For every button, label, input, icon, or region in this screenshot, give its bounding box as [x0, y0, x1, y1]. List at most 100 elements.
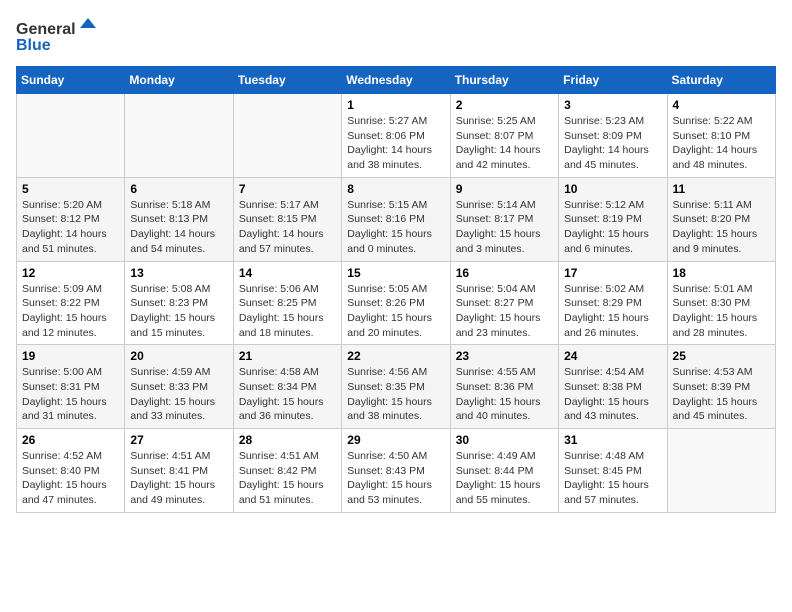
day-info: Sunrise: 4:58 AM Sunset: 8:34 PM Dayligh… [239, 365, 336, 424]
day-info: Sunrise: 5:00 AM Sunset: 8:31 PM Dayligh… [22, 365, 119, 424]
calendar-cell: 28Sunrise: 4:51 AM Sunset: 8:42 PM Dayli… [233, 429, 341, 513]
day-header-friday: Friday [559, 67, 667, 94]
day-info: Sunrise: 5:08 AM Sunset: 8:23 PM Dayligh… [130, 282, 227, 341]
day-number: 4 [673, 98, 770, 112]
calendar-cell: 25 Sunrise: 4:53 AM Sunset: 8:39 PM Dayli… [667, 345, 775, 429]
day-number: 11 [673, 182, 770, 196]
day-info: Sunrise: 5:02 AM Sunset: 8:29 PM Dayligh… [564, 282, 661, 341]
svg-text:General: General [16, 21, 76, 38]
day-number: 9 [456, 182, 553, 196]
day-info: Sunrise: 5:15 AM Sunset: 8:16 PM Dayligh… [347, 198, 444, 257]
day-number: 7 [239, 182, 336, 196]
logo-svg: GeneralBlue [16, 16, 96, 56]
day-number: 21 [239, 349, 336, 363]
calendar-cell: 12Sunrise: 5:09 AM Sunset: 8:22 PM Dayli… [17, 261, 125, 345]
calendar-cell: 30 Sunrise: 4:49 AM Sunset: 8:44 PM Dayli… [450, 429, 558, 513]
day-number: 19 [22, 349, 119, 363]
day-number: 1 [347, 98, 444, 112]
calendar-cell: 5 Sunrise: 5:20 AM Sunset: 8:12 PM Daylig… [17, 177, 125, 261]
calendar-cell: 6 Sunrise: 5:18 AM Sunset: 8:13 PM Daylig… [125, 177, 233, 261]
day-number: 16 [456, 266, 553, 280]
day-number: 15 [347, 266, 444, 280]
calendar-cell: 4Sunrise: 5:22 AM Sunset: 8:10 PM Daylig… [667, 94, 775, 178]
day-info: Sunrise: 4:52 AM Sunset: 8:40 PM Dayligh… [22, 449, 119, 508]
day-number: 17 [564, 266, 661, 280]
day-info: Sunrise: 5:11 AM Sunset: 8:20 PM Dayligh… [673, 198, 770, 257]
calendar-cell: 7 Sunrise: 5:17 AM Sunset: 8:15 PM Daylig… [233, 177, 341, 261]
calendar-cell: 22Sunrise: 4:56 AM Sunset: 8:35 PM Dayli… [342, 345, 450, 429]
calendar-cell: 11 Sunrise: 5:11 AM Sunset: 8:20 PM Dayli… [667, 177, 775, 261]
week-row-4: 19 Sunrise: 5:00 AM Sunset: 8:31 PM Dayli… [17, 345, 776, 429]
day-info: Sunrise: 4:48 AM Sunset: 8:45 PM Dayligh… [564, 449, 661, 508]
day-number: 6 [130, 182, 227, 196]
day-number: 25 [673, 349, 770, 363]
calendar-cell: 24Sunrise: 4:54 AM Sunset: 8:38 PM Dayli… [559, 345, 667, 429]
calendar-table: SundayMondayTuesdayWednesdayThursdayFrid… [16, 66, 776, 513]
week-row-3: 12Sunrise: 5:09 AM Sunset: 8:22 PM Dayli… [17, 261, 776, 345]
calendar-cell: 27 Sunrise: 4:51 AM Sunset: 8:41 PM Dayli… [125, 429, 233, 513]
day-number: 2 [456, 98, 553, 112]
day-header-saturday: Saturday [667, 67, 775, 94]
day-number: 3 [564, 98, 661, 112]
svg-text:Blue: Blue [16, 37, 51, 54]
day-header-tuesday: Tuesday [233, 67, 341, 94]
day-number: 31 [564, 433, 661, 447]
calendar-cell: 9 Sunrise: 5:14 AM Sunset: 8:17 PM Daylig… [450, 177, 558, 261]
calendar-cell [125, 94, 233, 178]
day-info: Sunrise: 5:25 AM Sunset: 8:07 PM Dayligh… [456, 114, 553, 173]
calendar-cell [17, 94, 125, 178]
calendar-cell: 10 Sunrise: 5:12 AM Sunset: 8:19 PM Dayli… [559, 177, 667, 261]
calendar-cell: 13 Sunrise: 5:08 AM Sunset: 8:23 PM Dayli… [125, 261, 233, 345]
calendar-cell: 23 Sunrise: 4:55 AM Sunset: 8:36 PM Dayli… [450, 345, 558, 429]
calendar-cell: 3Sunrise: 5:23 AM Sunset: 8:09 PM Daylig… [559, 94, 667, 178]
day-info: Sunrise: 5:14 AM Sunset: 8:17 PM Dayligh… [456, 198, 553, 257]
day-info: Sunrise: 4:51 AM Sunset: 8:41 PM Dayligh… [130, 449, 227, 508]
day-number: 8 [347, 182, 444, 196]
day-info: Sunrise: 5:17 AM Sunset: 8:15 PM Dayligh… [239, 198, 336, 257]
day-info: Sunrise: 5:27 AM Sunset: 8:06 PM Dayligh… [347, 114, 444, 173]
day-number: 27 [130, 433, 227, 447]
calendar-cell: 17 Sunrise: 5:02 AM Sunset: 8:29 PM Dayli… [559, 261, 667, 345]
week-row-1: 1 Sunrise: 5:27 AM Sunset: 8:06 PM Daylig… [17, 94, 776, 178]
day-number: 12 [22, 266, 119, 280]
day-number: 26 [22, 433, 119, 447]
logo: GeneralBlue [16, 16, 96, 56]
day-info: Sunrise: 5:20 AM Sunset: 8:12 PM Dayligh… [22, 198, 119, 257]
calendar-cell: 2 Sunrise: 5:25 AM Sunset: 8:07 PM Daylig… [450, 94, 558, 178]
calendar-cell: 20Sunrise: 4:59 AM Sunset: 8:33 PM Dayli… [125, 345, 233, 429]
day-info: Sunrise: 4:53 AM Sunset: 8:39 PM Dayligh… [673, 365, 770, 424]
week-row-2: 5 Sunrise: 5:20 AM Sunset: 8:12 PM Daylig… [17, 177, 776, 261]
calendar-cell: 21 Sunrise: 4:58 AM Sunset: 8:34 PM Dayli… [233, 345, 341, 429]
day-info: Sunrise: 5:12 AM Sunset: 8:19 PM Dayligh… [564, 198, 661, 257]
day-info: Sunrise: 4:50 AM Sunset: 8:43 PM Dayligh… [347, 449, 444, 508]
day-info: Sunrise: 5:04 AM Sunset: 8:27 PM Dayligh… [456, 282, 553, 341]
day-number: 30 [456, 433, 553, 447]
calendar-cell [233, 94, 341, 178]
calendar-cell: 29 Sunrise: 4:50 AM Sunset: 8:43 PM Dayli… [342, 429, 450, 513]
calendar-cell [667, 429, 775, 513]
day-info: Sunrise: 5:06 AM Sunset: 8:25 PM Dayligh… [239, 282, 336, 341]
day-info: Sunrise: 4:55 AM Sunset: 8:36 PM Dayligh… [456, 365, 553, 424]
day-header-wednesday: Wednesday [342, 67, 450, 94]
day-header-monday: Monday [125, 67, 233, 94]
day-info: Sunrise: 4:49 AM Sunset: 8:44 PM Dayligh… [456, 449, 553, 508]
day-number: 29 [347, 433, 444, 447]
day-number: 28 [239, 433, 336, 447]
calendar-cell: 31 Sunrise: 4:48 AM Sunset: 8:45 PM Dayli… [559, 429, 667, 513]
day-number: 23 [456, 349, 553, 363]
day-info: Sunrise: 5:05 AM Sunset: 8:26 PM Dayligh… [347, 282, 444, 341]
day-number: 24 [564, 349, 661, 363]
day-number: 22 [347, 349, 444, 363]
day-number: 5 [22, 182, 119, 196]
day-number: 13 [130, 266, 227, 280]
calendar-cell: 16 Sunrise: 5:04 AM Sunset: 8:27 PM Dayli… [450, 261, 558, 345]
day-info: Sunrise: 5:01 AM Sunset: 8:30 PM Dayligh… [673, 282, 770, 341]
header: GeneralBlue [16, 16, 776, 56]
calendar-cell: 1 Sunrise: 5:27 AM Sunset: 8:06 PM Daylig… [342, 94, 450, 178]
calendar-cell: 19 Sunrise: 5:00 AM Sunset: 8:31 PM Dayli… [17, 345, 125, 429]
day-number: 14 [239, 266, 336, 280]
calendar-cell: 8 Sunrise: 5:15 AM Sunset: 8:16 PM Daylig… [342, 177, 450, 261]
day-info: Sunrise: 5:18 AM Sunset: 8:13 PM Dayligh… [130, 198, 227, 257]
calendar-cell: 14 Sunrise: 5:06 AM Sunset: 8:25 PM Dayli… [233, 261, 341, 345]
day-number: 10 [564, 182, 661, 196]
